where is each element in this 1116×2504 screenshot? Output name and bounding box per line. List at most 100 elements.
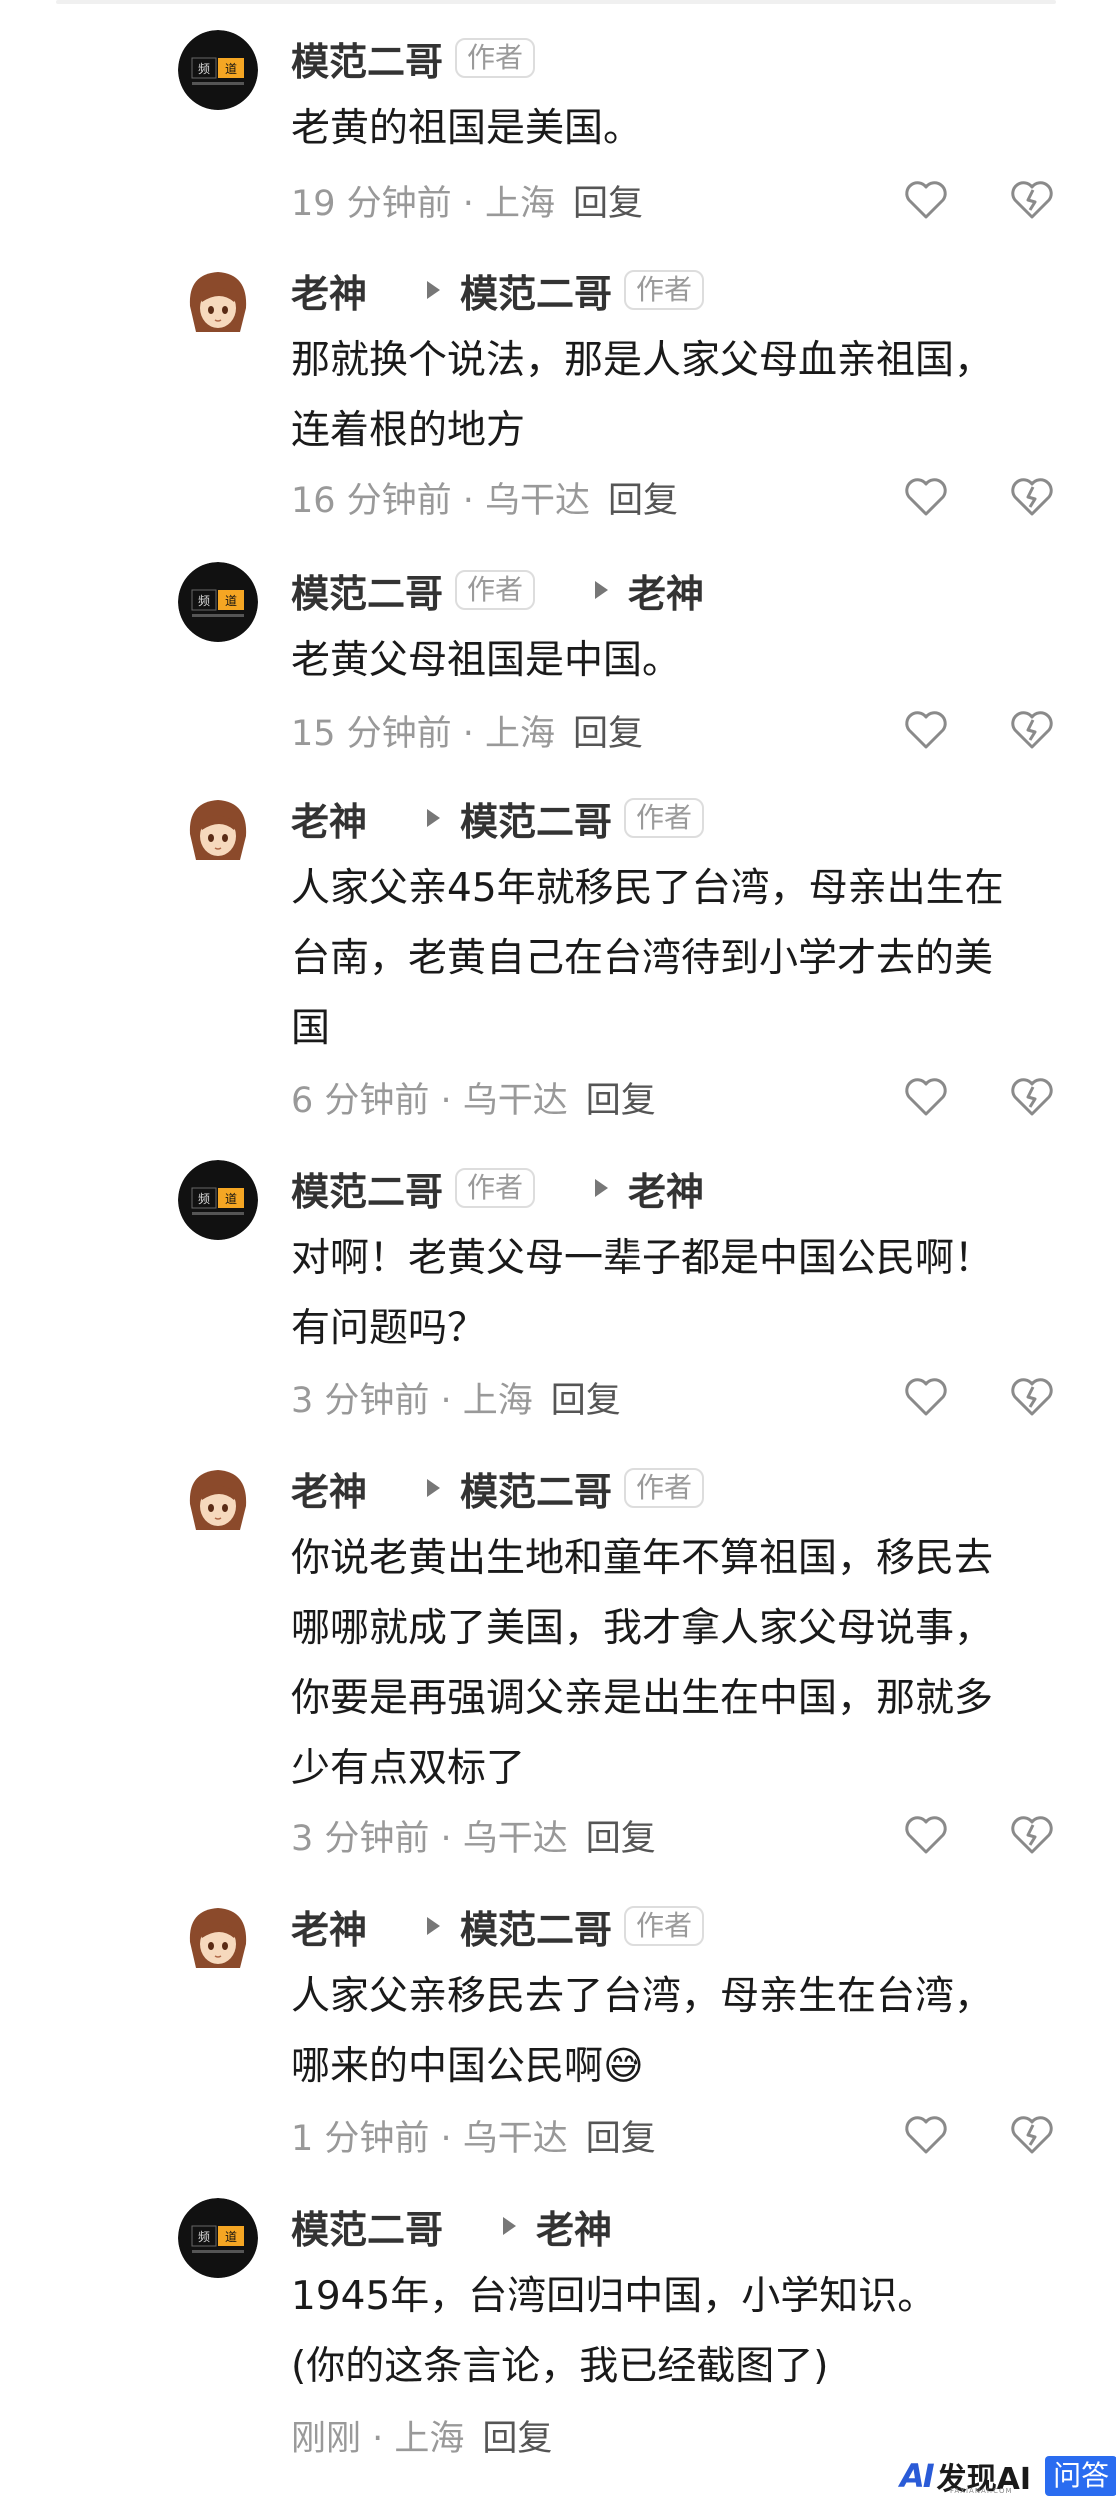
- top-divider: [56, 0, 1056, 4]
- comment-time-location: 3 分钟前 · 上海: [291, 1380, 533, 1421]
- heart-icon[interactable]: [904, 2115, 948, 2155]
- author-name[interactable]: 老神: [291, 263, 367, 318]
- broken-heart-icon[interactable]: [1010, 2115, 1054, 2155]
- svg-text:频: 频: [198, 1192, 210, 1206]
- comment-meta: 3 分钟前 · 上海 回复: [291, 1372, 621, 1422]
- comment-text: 老黄的祖国是美国。: [291, 106, 643, 151]
- comment-header: 模范二哥 老神: [291, 2198, 612, 2254]
- avatar[interactable]: 频道: [178, 2198, 258, 2278]
- reply-to-name[interactable]: 模范二哥: [460, 1461, 612, 1516]
- reply-to-name[interactable]: 模范二哥: [460, 1899, 612, 1954]
- avatar[interactable]: [178, 1898, 258, 1978]
- broken-heart-icon[interactable]: [1010, 180, 1054, 220]
- comment-text: 老黄父母祖国是中国。: [291, 638, 682, 683]
- author-badge: 作者: [624, 798, 705, 838]
- author-name[interactable]: 模范二哥: [291, 1161, 443, 1216]
- comment-time-location: 16 分钟前 · 乌干达: [291, 480, 591, 521]
- reply-arrow-icon: [427, 1479, 441, 1497]
- author-badge: 作者: [624, 1906, 705, 1946]
- comment-meta: 1 分钟前 · 乌干达 回复: [291, 2110, 656, 2160]
- comment-meta: 19 分钟前 · 上海 回复: [291, 175, 643, 225]
- reply-to-name[interactable]: 模范二哥: [460, 791, 612, 846]
- avatar[interactable]: [178, 262, 258, 342]
- author-badge: 作者: [455, 570, 536, 610]
- reply-button[interactable]: 回复: [586, 2110, 656, 2161]
- reply-to-name[interactable]: 老神: [628, 1161, 704, 1216]
- author-name[interactable]: 老神: [291, 1461, 367, 1516]
- author-name[interactable]: 模范二哥: [291, 31, 443, 86]
- comment-text: 1945年，台湾回归中国，小学知识。 (你的这条言论，我已经截图了): [291, 2274, 937, 2389]
- svg-text:道: 道: [225, 2230, 237, 2244]
- comment-text: 你说老黄出生地和童年不算祖国，移民去 哪哪就成了美国，我才拿人家父母说事， 你要…: [291, 1536, 994, 1791]
- reply-to-name[interactable]: 模范二哥: [460, 263, 612, 318]
- author-name[interactable]: 老神: [291, 1899, 367, 1954]
- comment-meta: 刚刚 · 上海 回复: [291, 2410, 552, 2460]
- svg-text:道: 道: [225, 594, 237, 608]
- author-badge: 作者: [455, 1168, 536, 1208]
- heart-icon[interactable]: [904, 180, 948, 220]
- comment-text: 人家父亲45年就移民了台湾，母亲出生在 台南，老黄自己在台湾待到小学才去的美 国: [291, 866, 1004, 1051]
- reply-button[interactable]: 回复: [573, 705, 643, 756]
- comment-text: 对啊！老黄父母一辈子都是中国公民啊！ 有问题吗？: [291, 1236, 994, 1351]
- reply-to-name[interactable]: 老神: [536, 2199, 612, 2254]
- comment-header: 老神 模范二哥 作者: [291, 262, 705, 318]
- author-badge: 作者: [455, 38, 536, 78]
- comment-time-location: 刚刚 · 上海: [291, 2418, 465, 2459]
- reply-button[interactable]: 回复: [586, 1810, 656, 1861]
- comment-time-location: 19 分钟前 · 上海: [291, 183, 556, 224]
- heart-icon[interactable]: [904, 477, 948, 517]
- svg-text:频: 频: [198, 2230, 210, 2244]
- heart-icon[interactable]: [904, 1377, 948, 1417]
- author-name[interactable]: 老神: [291, 791, 367, 846]
- broken-heart-icon[interactable]: [1010, 1077, 1054, 1117]
- comment-meta: 15 分钟前 · 上海 回复: [291, 705, 643, 755]
- comment-text: 那就换个说法，那是人家父母血亲祖国， 连着根的地方: [291, 338, 994, 453]
- author-badge: 作者: [624, 1468, 705, 1508]
- reply-button[interactable]: 回复: [573, 175, 643, 226]
- broken-heart-icon[interactable]: [1010, 1815, 1054, 1855]
- watermark-ai-mark: AI: [900, 2457, 935, 2495]
- reply-button[interactable]: 回复: [608, 472, 678, 523]
- reply-to-name[interactable]: 老神: [628, 563, 704, 618]
- reply-button[interactable]: 回复: [482, 2410, 552, 2461]
- avatar[interactable]: 频道: [178, 30, 258, 110]
- avatar[interactable]: 频道: [178, 562, 258, 642]
- avatar[interactable]: [178, 1460, 258, 1540]
- broken-heart-icon[interactable]: [1010, 477, 1054, 517]
- svg-text:道: 道: [225, 62, 237, 76]
- comment-header: 模范二哥 作者 老神: [291, 562, 704, 618]
- broken-heart-icon[interactable]: [1010, 710, 1054, 750]
- reply-arrow-icon: [427, 281, 441, 299]
- avatar[interactable]: 频道: [178, 1160, 258, 1240]
- comment-meta: 16 分钟前 · 乌干达 回复: [291, 472, 678, 522]
- reply-button[interactable]: 回复: [551, 1372, 621, 1423]
- comment-header: 模范二哥 作者: [291, 30, 536, 86]
- comment-time-location: 6 分钟前 · 乌干达: [291, 1080, 568, 1121]
- comment-header: 老神 模范二哥 作者: [291, 790, 705, 846]
- reply-arrow-icon: [427, 809, 441, 827]
- author-name[interactable]: 模范二哥: [291, 2199, 443, 2254]
- reply-arrow-icon: [427, 1917, 441, 1935]
- comment-header: 老神 模范二哥 作者: [291, 1898, 705, 1954]
- comment-time-location: 3 分钟前 · 乌干达: [291, 1818, 568, 1859]
- watermark-sub: FAXIANAI.COM: [950, 2487, 1013, 2495]
- avatar[interactable]: [178, 790, 258, 870]
- reply-button[interactable]: 回复: [586, 1072, 656, 1123]
- comment-meta: 3 分钟前 · 乌干达 回复: [291, 1810, 656, 1860]
- comment-time-location: 1 分钟前 · 乌干达: [291, 2118, 568, 2159]
- comment-meta: 6 分钟前 · 乌干达 回复: [291, 1072, 656, 1122]
- comment-header: 老神 模范二哥 作者: [291, 1460, 705, 1516]
- svg-text:频: 频: [198, 62, 210, 76]
- author-badge: 作者: [624, 270, 705, 310]
- reply-arrow-icon: [595, 1179, 609, 1197]
- heart-icon[interactable]: [904, 1077, 948, 1117]
- watermark: AI 发现AI FAXIANAI.COM 问答: [900, 2455, 1116, 2497]
- heart-icon[interactable]: [904, 710, 948, 750]
- reply-arrow-icon: [595, 581, 609, 599]
- comment-header: 模范二哥 作者 老神: [291, 1160, 704, 1216]
- broken-heart-icon[interactable]: [1010, 1377, 1054, 1417]
- comment-time-location: 15 分钟前 · 上海: [291, 713, 556, 754]
- author-name[interactable]: 模范二哥: [291, 563, 443, 618]
- heart-icon[interactable]: [904, 1815, 948, 1855]
- watermark-tag: 问答: [1045, 2456, 1116, 2496]
